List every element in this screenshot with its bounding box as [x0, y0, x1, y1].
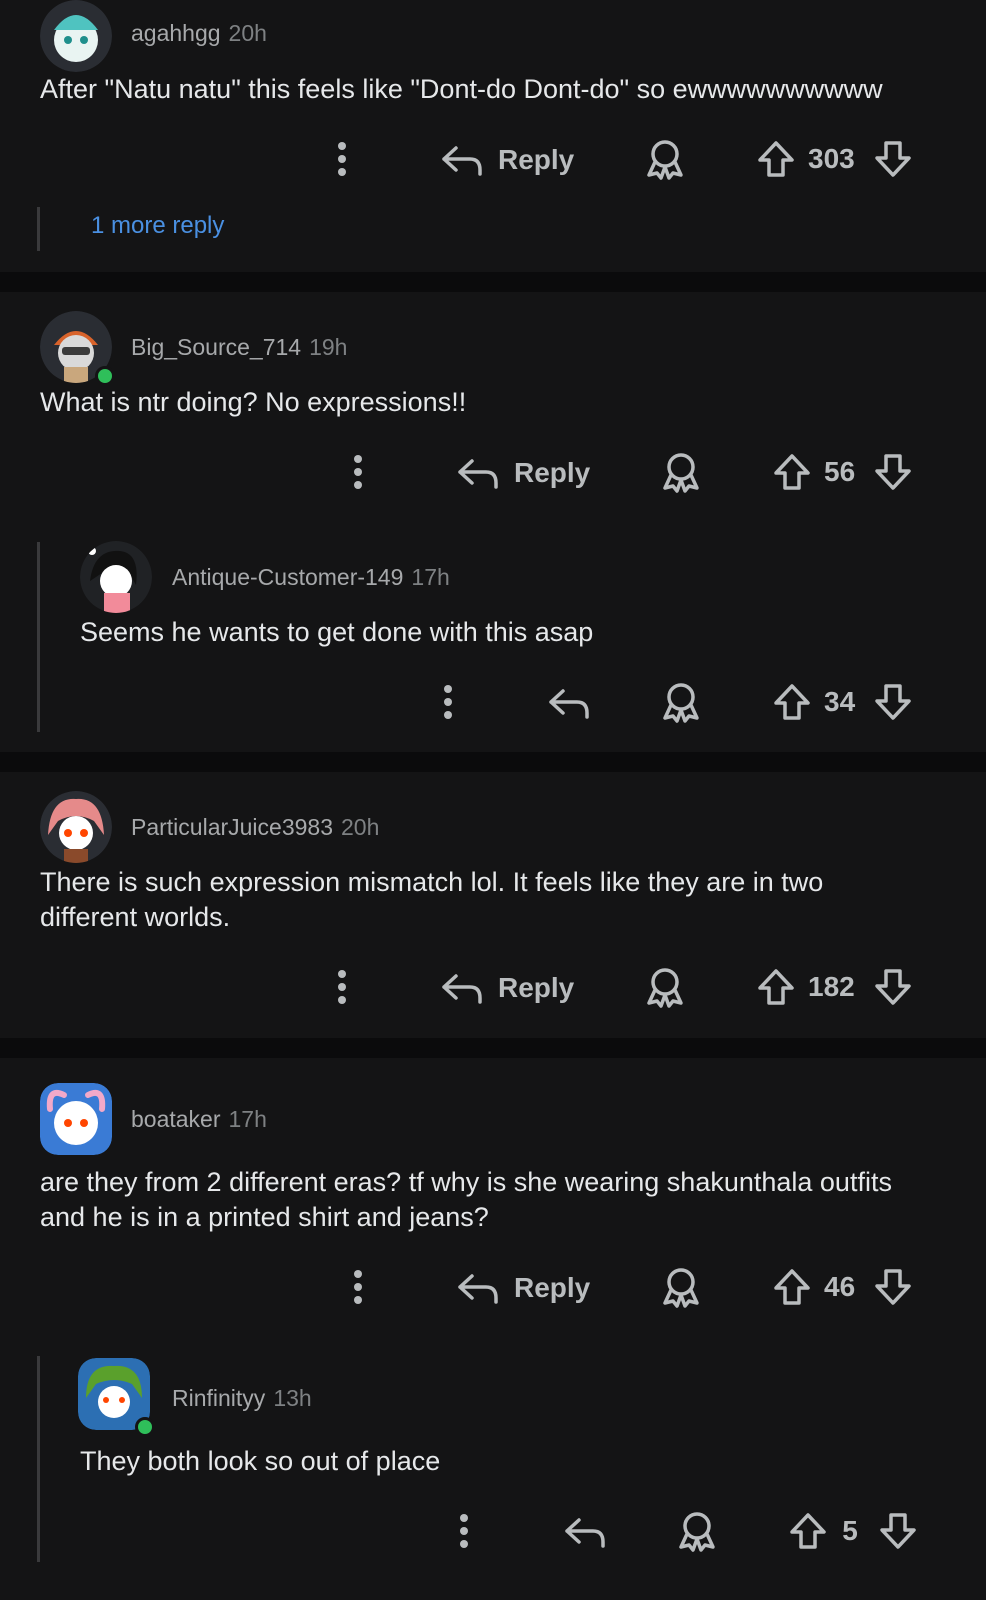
upvote-icon[interactable]	[772, 1267, 812, 1307]
comment-text: There is such expression mismatch lol. I…	[40, 867, 824, 932]
upvote-icon[interactable]	[772, 682, 812, 722]
reply-arrow-icon	[458, 1274, 498, 1304]
avatar[interactable]	[40, 791, 112, 863]
reply-arrow-icon	[442, 146, 482, 176]
username[interactable]: boataker 17h	[131, 1106, 267, 1133]
vote-controls: 182	[756, 965, 913, 1009]
thread-line[interactable]	[37, 207, 40, 251]
comment-text: What is ntr doing? No expressions!!	[40, 387, 467, 417]
vote-count: 303	[808, 143, 855, 174]
vote-count: 34	[824, 686, 856, 717]
downvote-icon[interactable]	[873, 1267, 913, 1307]
more-options-icon[interactable]	[348, 1268, 368, 1306]
award-icon[interactable]	[659, 450, 703, 494]
thread-line[interactable]	[37, 1356, 40, 1562]
vote-controls: 34	[772, 680, 913, 724]
vote-count: 182	[808, 971, 855, 1002]
reply-label: Reply	[498, 144, 575, 175]
vote-count: 5	[842, 1515, 858, 1546]
more-options-icon[interactable]	[332, 968, 352, 1006]
username[interactable]: Rinfinityy 13h	[172, 1385, 312, 1412]
more-options-icon[interactable]	[438, 683, 458, 721]
vote-controls: 5	[788, 1509, 918, 1553]
username[interactable]: agahhgg 20h	[131, 20, 267, 47]
username-text[interactable]: Big_Source_714	[131, 334, 301, 360]
downvote-icon[interactable]	[873, 967, 913, 1007]
upvote-icon[interactable]	[772, 452, 812, 492]
username-text[interactable]: boataker	[131, 1106, 221, 1132]
avatar[interactable]	[80, 541, 152, 613]
username[interactable]: Antique-Customer-149 17h	[172, 564, 450, 591]
more-options-icon[interactable]	[348, 453, 368, 491]
username-text[interactable]: agahhgg	[131, 20, 221, 46]
more-replies-link[interactable]: 1 more reply	[91, 212, 224, 240]
reply-button[interactable]: Reply	[456, 451, 590, 495]
timestamp: 17h	[411, 564, 450, 590]
username[interactable]: ParticularJuice3983 20h	[131, 814, 379, 841]
separator	[0, 272, 986, 292]
upvote-icon[interactable]	[756, 139, 796, 179]
comment-text: They both look so out of place	[80, 1446, 441, 1476]
vote-controls: 303	[756, 137, 913, 181]
comment-text: After "Natu natu" this feels like "Dont-…	[40, 74, 883, 104]
vote-count: 56	[824, 456, 856, 487]
award-icon[interactable]	[643, 137, 687, 181]
reply-arrow-icon	[458, 459, 498, 489]
comment-text: are they from 2 different eras? tf why i…	[40, 1167, 892, 1232]
more-options-icon[interactable]	[332, 140, 352, 178]
vote-controls: 56	[772, 450, 913, 494]
comment-text: Seems he wants to get done with this asa…	[80, 617, 594, 647]
username-text[interactable]: Antique-Customer-149	[172, 564, 403, 590]
timestamp: 20h	[341, 814, 380, 840]
award-icon[interactable]	[659, 1265, 703, 1309]
reply-arrow-icon	[549, 689, 589, 719]
upvote-icon[interactable]	[788, 1511, 828, 1551]
timestamp: 13h	[273, 1385, 312, 1411]
reply-arrow-icon	[442, 974, 482, 1004]
username-text[interactable]: ParticularJuice3983	[131, 814, 333, 840]
username-text[interactable]: Rinfinityy	[172, 1385, 265, 1411]
online-status-indicator	[95, 366, 115, 386]
timestamp: 19h	[309, 334, 348, 360]
downvote-icon[interactable]	[873, 139, 913, 179]
vote-controls: 46	[772, 1265, 913, 1309]
award-icon[interactable]	[675, 1509, 719, 1553]
reply-button[interactable]	[563, 1510, 607, 1554]
downvote-icon[interactable]	[873, 452, 913, 492]
upvote-icon[interactable]	[756, 967, 796, 1007]
timestamp: 17h	[228, 1106, 267, 1132]
avatar[interactable]	[40, 1083, 112, 1155]
downvote-icon[interactable]	[873, 682, 913, 722]
reply-label: Reply	[514, 457, 591, 488]
separator	[0, 752, 986, 772]
timestamp: 20h	[228, 20, 267, 46]
thread-line[interactable]	[37, 542, 40, 732]
reply-button[interactable]: Reply	[440, 966, 574, 1010]
reply-button[interactable]: Reply	[456, 1266, 590, 1310]
separator	[0, 1038, 986, 1058]
reply-label: Reply	[498, 972, 575, 1003]
online-status-indicator	[135, 1417, 155, 1437]
downvote-icon[interactable]	[878, 1511, 918, 1551]
reply-button[interactable]: Reply	[440, 138, 574, 182]
more-options-icon[interactable]	[454, 1512, 474, 1550]
vote-count: 46	[824, 1271, 856, 1302]
reply-label: Reply	[514, 1272, 591, 1303]
reply-arrow-icon	[565, 1518, 605, 1548]
reply-button[interactable]	[547, 681, 591, 725]
award-icon[interactable]	[643, 965, 687, 1009]
award-icon[interactable]	[659, 680, 703, 724]
avatar[interactable]	[40, 0, 112, 72]
username[interactable]: Big_Source_714 19h	[131, 334, 347, 361]
